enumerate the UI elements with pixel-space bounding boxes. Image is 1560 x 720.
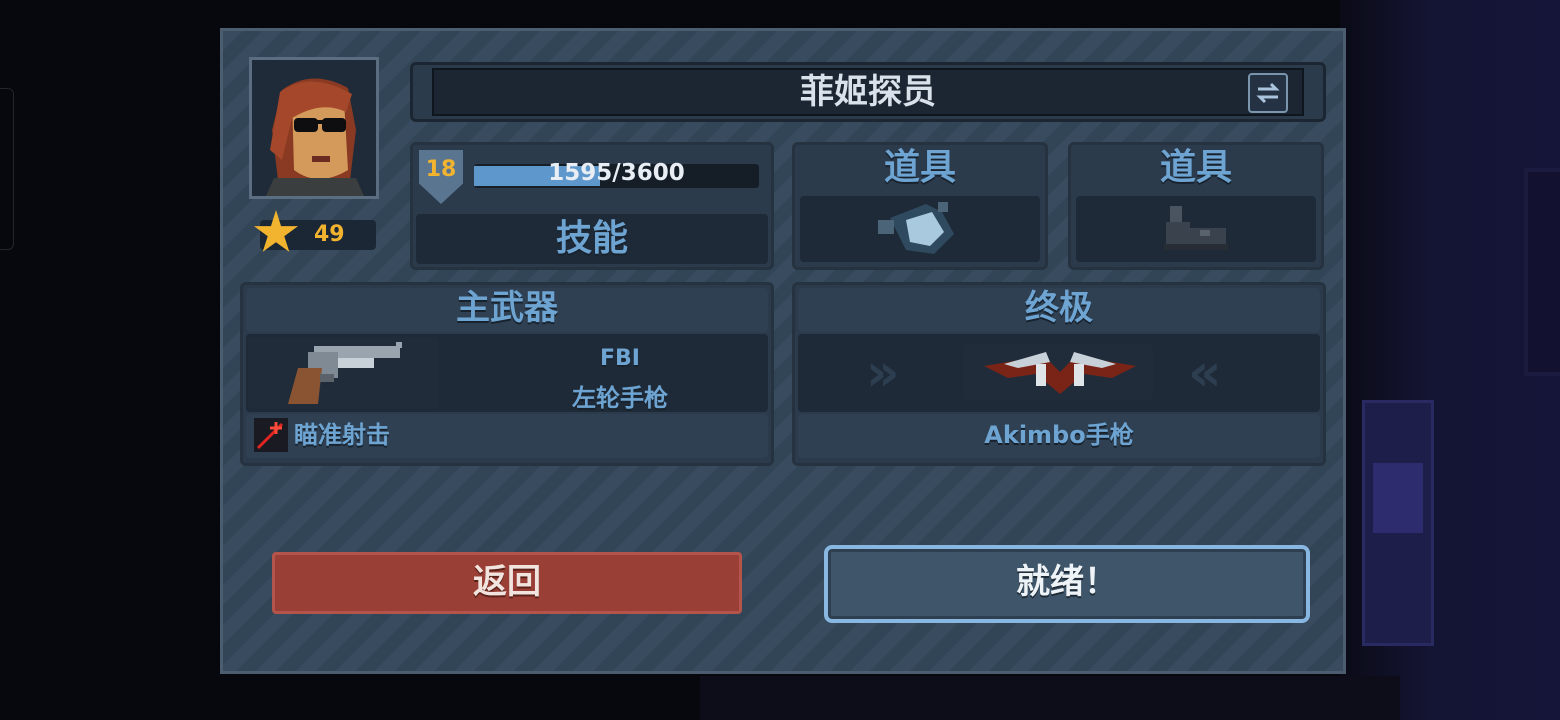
- agent-portrait-icon: [252, 60, 376, 196]
- background-floor: [700, 676, 1400, 720]
- character-name: 菲姬探员: [800, 72, 936, 112]
- ultimate-label: 终极: [1025, 288, 1093, 328]
- back-button[interactable]: 返回: [272, 552, 742, 614]
- aim-shot-icon: [254, 418, 288, 452]
- xp-progress-text: 1595/3600: [548, 160, 685, 186]
- swap-arrows-icon: [1256, 82, 1280, 104]
- chevron-left-icon: «: [1188, 343, 1222, 403]
- ultimate-name: Akimbo手枪: [984, 421, 1134, 449]
- level-number: 18: [425, 157, 457, 182]
- skill-label: 技能: [555, 218, 628, 259]
- revolver-icon: [288, 342, 402, 404]
- primary-weapon-name: 左轮手枪: [572, 384, 668, 412]
- primary-weapon-brand: FBI: [600, 346, 640, 371]
- ready-button[interactable]: 就绪！: [824, 545, 1310, 623]
- boot-icon: [1164, 206, 1228, 250]
- back-button-label: 返回: [473, 562, 541, 602]
- item-slot-2-label: 道具: [1159, 147, 1232, 188]
- swap-character-button[interactable]: [1248, 73, 1288, 113]
- character-portrait[interactable]: [249, 57, 379, 199]
- star-count: 49: [314, 222, 345, 247]
- background-window: [1524, 168, 1560, 376]
- chevron-right-icon: »: [866, 343, 900, 403]
- screen-edge-handle: [0, 88, 14, 250]
- ready-button-label: 就绪！: [1016, 562, 1118, 602]
- primary-weapon-label: 主武器: [456, 288, 558, 328]
- grenade-icon: [878, 202, 954, 254]
- dual-pistols-icon: [984, 352, 1136, 394]
- primary-weapon-perk: 瞄准射击: [294, 421, 390, 449]
- item-slot-1-label: 道具: [883, 147, 956, 188]
- background-pillar: [1362, 400, 1434, 646]
